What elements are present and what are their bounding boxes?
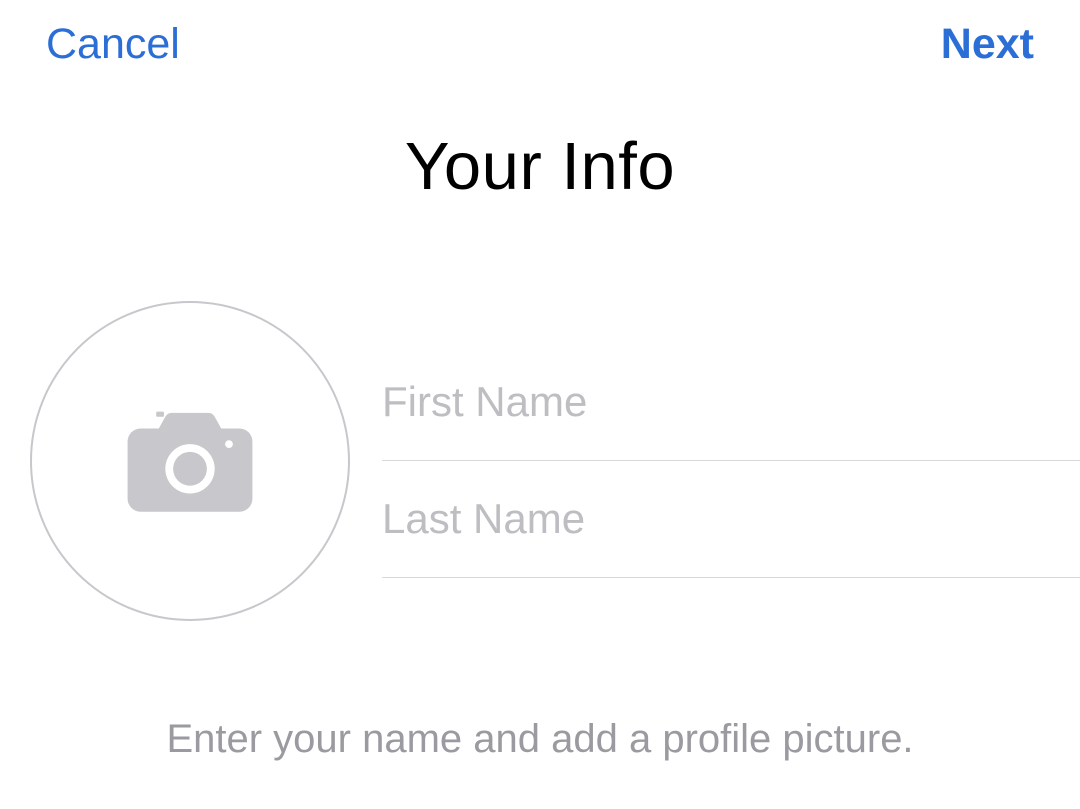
nav-bar: Cancel Next	[0, 0, 1080, 70]
camera-icon	[125, 406, 255, 516]
first-name-input[interactable]	[382, 344, 1080, 461]
add-photo-button[interactable]	[30, 301, 350, 621]
form-area	[0, 301, 1080, 621]
last-name-input[interactable]	[382, 461, 1080, 578]
cancel-button[interactable]: Cancel	[46, 20, 180, 69]
hint-text: Enter your name and add a profile pictur…	[0, 717, 1080, 762]
page-title: Your Info	[0, 128, 1080, 205]
name-fields	[382, 344, 1080, 578]
next-button[interactable]: Next	[941, 20, 1034, 69]
